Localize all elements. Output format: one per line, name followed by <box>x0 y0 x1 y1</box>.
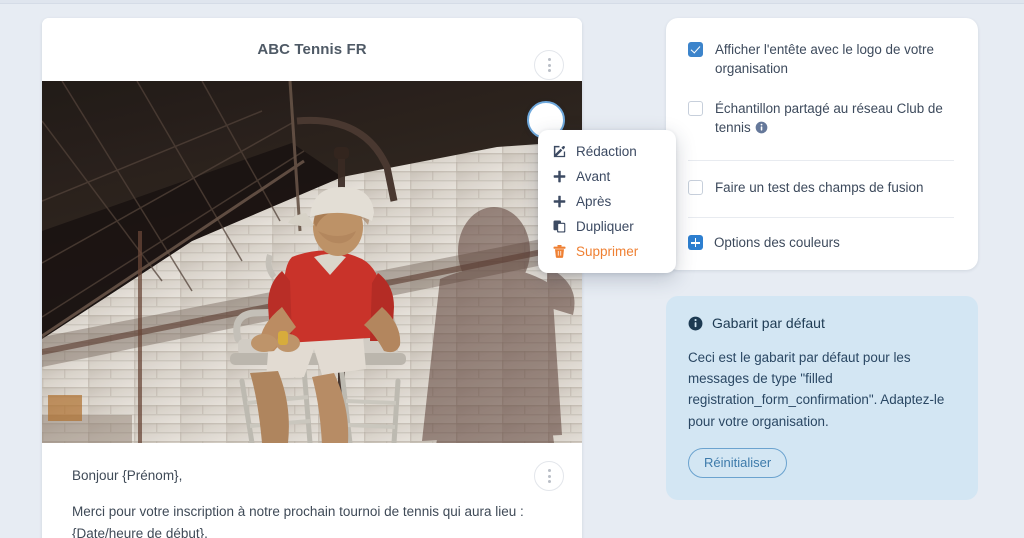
menu-item-label: Dupliquer <box>576 219 634 234</box>
default-template-info-panel: Gabarit par défaut Ceci est le gabarit p… <box>666 296 978 500</box>
checkbox-row-merge-test[interactable]: Faire un test des champs de fusion <box>688 178 954 197</box>
trash-icon <box>552 244 567 259</box>
menu-item-label: Avant <box>576 169 611 184</box>
menu-item-avant[interactable]: Avant <box>538 164 676 189</box>
block-context-menu: Rédaction Avant Après Dupliquer Supprime… <box>538 130 676 273</box>
menu-item-redaction[interactable]: Rédaction <box>538 139 676 164</box>
top-divider <box>0 0 1024 4</box>
menu-item-supprimer[interactable]: Supprimer <box>538 239 676 264</box>
email-paragraph: Merci pour votre inscription à notre pro… <box>72 503 524 538</box>
edit-square-icon <box>552 144 567 159</box>
email-preview-card: ABC Tennis FR Bonjour {Prénom}, Merci po… <box>42 18 582 538</box>
menu-item-label: Rédaction <box>576 144 637 159</box>
checkbox-label: Échantillon partagé au réseau Club de te… <box>715 100 943 136</box>
dot <box>547 69 551 72</box>
checkbox-merge-test[interactable] <box>688 179 703 195</box>
menu-item-dupliquer[interactable]: Dupliquer <box>538 214 676 239</box>
checkbox-label: Faire un test des champs de fusion <box>715 179 924 195</box>
app-root: ABC Tennis FR Bonjour {Prénom}, Merci po… <box>0 0 1024 538</box>
plus-box-icon <box>688 235 703 251</box>
color-options-row[interactable]: Options des couleurs <box>688 235 954 251</box>
plus-icon <box>552 194 567 209</box>
info-circle-icon <box>688 316 703 331</box>
info-panel-title: Gabarit par défaut <box>712 315 825 331</box>
checkbox-header-logo[interactable] <box>688 42 703 57</box>
info-circle-icon[interactable] <box>755 120 768 139</box>
email-greeting: Bonjour {Prénom}, <box>72 468 183 483</box>
settings-panel: Afficher l'entête avec le logo de votre … <box>666 18 978 271</box>
checkbox-row-header-logo[interactable]: Afficher l'entête avec le logo de votre … <box>688 40 954 79</box>
dot <box>547 480 551 483</box>
color-options-label: Options des couleurs <box>714 235 840 251</box>
info-panel-header: Gabarit par défaut <box>688 315 956 331</box>
checkbox-label: Afficher l'entête avec le logo de votre … <box>715 42 934 77</box>
menu-item-label: Après <box>576 194 612 209</box>
header-kebab-menu-icon[interactable] <box>534 50 564 80</box>
settings-divider-2 <box>688 217 954 219</box>
checkbox-label-with-info: Échantillon partagé au réseau Club de te… <box>715 99 954 140</box>
email-header: ABC Tennis FR <box>42 18 582 81</box>
checkbox-shared-sample[interactable] <box>688 100 703 116</box>
dot <box>547 63 551 67</box>
hero-image <box>42 81 582 443</box>
settings-divider-1 <box>688 159 954 161</box>
dot <box>547 474 551 478</box>
email-body: Bonjour {Prénom}, Merci pour votre inscr… <box>42 443 582 538</box>
body-kebab-menu-icon[interactable] <box>534 461 564 491</box>
dot <box>547 58 551 61</box>
dot <box>547 469 551 472</box>
checkbox-row-shared-sample[interactable]: Échantillon partagé au réseau Club de te… <box>688 99 954 140</box>
menu-item-apres[interactable]: Après <box>538 189 676 214</box>
warehouse-tennis-photo <box>42 81 582 443</box>
email-title: ABC Tennis FR <box>257 41 367 58</box>
duplicate-icon <box>552 219 567 234</box>
menu-item-label: Supprimer <box>576 244 639 259</box>
plus-icon <box>552 169 567 184</box>
reset-button[interactable]: Réinitialiser <box>688 447 788 478</box>
info-panel-text: Ceci est le gabarit par défaut pour les … <box>688 350 945 429</box>
